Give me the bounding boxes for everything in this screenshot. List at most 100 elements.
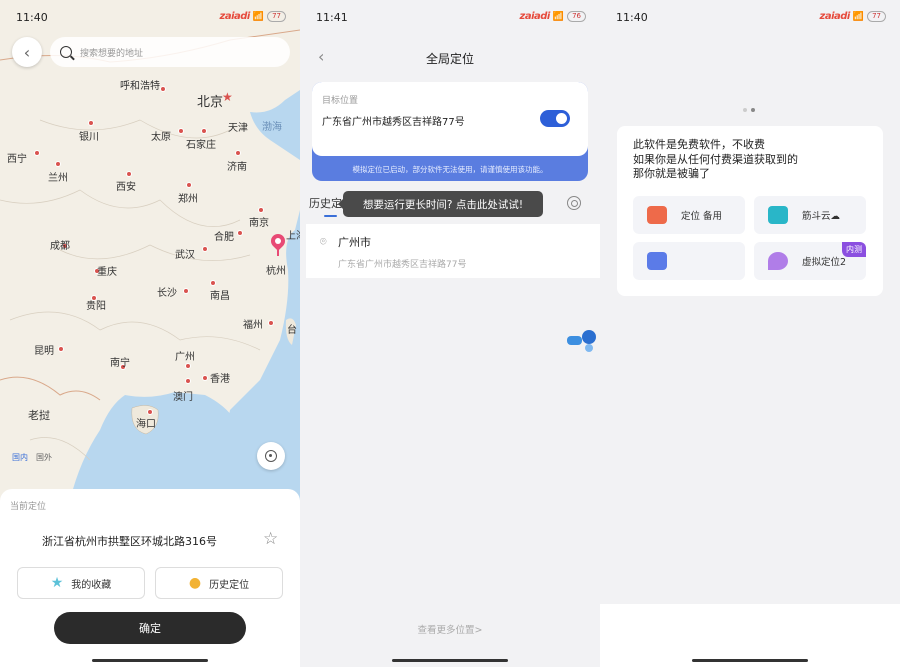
- city-label: 海口: [136, 419, 156, 430]
- page-dot-active: [751, 108, 755, 112]
- city-label: 北京: [197, 95, 224, 110]
- page-title: 全局定位: [425, 52, 474, 66]
- tab-underline: [324, 215, 337, 217]
- location-pin-icon: [768, 252, 788, 270]
- city-dot: [210, 280, 216, 286]
- city-label: 济南: [227, 162, 247, 173]
- city-label: 南京: [249, 218, 269, 229]
- capital-star-icon: ★: [222, 90, 233, 104]
- search-input[interactable]: 搜索想要的地址: [50, 37, 290, 67]
- status-icons: zaiadi 📶 76: [520, 11, 586, 22]
- city-dot: [237, 230, 243, 236]
- current-address: 浙江省杭州市拱墅区环城北路316号: [42, 535, 217, 548]
- home-indicator: [392, 659, 508, 662]
- tile-cloud[interactable]: 筋斗云☁: [754, 196, 866, 234]
- city-label: 石家庄: [186, 140, 216, 151]
- page-indicator: [743, 108, 755, 112]
- beta-badge: 内测: [842, 242, 866, 257]
- city-label: 渤海: [262, 122, 282, 133]
- city-label: 兰州: [48, 173, 68, 184]
- city-dot: [160, 86, 166, 92]
- status-icons: zaiadi 📶 77: [820, 11, 886, 22]
- feature-card: 此软件是免费软件，不收费 如果你是从任何付费渠道获取到的 那你就是被骗了 定位 …: [617, 126, 883, 296]
- back-button[interactable]: ‹: [12, 37, 42, 67]
- city-label: 广州: [175, 352, 195, 363]
- favorite-star-icon[interactable]: ☆: [263, 529, 278, 549]
- city-dot: [185, 378, 191, 384]
- battery-level: 77: [867, 11, 886, 22]
- tile-video[interactable]: [633, 242, 745, 280]
- upgrade-tooltip[interactable]: 想要运行更长时间? 点击此处试试!: [338, 191, 543, 217]
- city-label: 合肥: [214, 232, 234, 243]
- notice-line: 如果你是从任何付费渠道获取到的: [633, 152, 798, 166]
- locate-me-button[interactable]: [257, 442, 285, 470]
- status-icons: zaiadi 📶 77: [220, 11, 286, 22]
- mock-location-toggle[interactable]: [540, 110, 570, 127]
- tile-virtual-location[interactable]: 虚拟定位2 内测: [754, 242, 866, 280]
- chevron-left-icon: ‹: [23, 42, 31, 62]
- robot-body: [585, 344, 593, 352]
- city-label: 西宁: [7, 154, 27, 165]
- city-label: 太原: [151, 132, 171, 143]
- map-view[interactable]: 呼和浩特 北京 ★ 天津 渤海 银川 太原 石家庄 西宁 兰州 济南 西安 郑州…: [0, 0, 300, 500]
- gear-icon[interactable]: [567, 196, 581, 210]
- city-label: 长沙: [157, 288, 177, 299]
- region-domestic-tab[interactable]: 国内: [12, 452, 28, 463]
- home-indicator: [92, 659, 208, 662]
- confirm-button[interactable]: 确定: [54, 612, 246, 644]
- wifi-icon: 📶: [552, 11, 565, 22]
- city-dot: [34, 150, 40, 156]
- screenshot-collage: 呼和浩特 北京 ★ 天津 渤海 银川 太原 石家庄 西宁 兰州 济南 西安 郑州…: [0, 0, 900, 667]
- city-dot: [202, 375, 208, 381]
- robot-bubble: [567, 336, 582, 345]
- brand-logo-text: zaiadi: [519, 11, 551, 22]
- wifi-icon: 📶: [852, 11, 865, 22]
- nav-bar: ‹ 全局定位: [300, 44, 600, 72]
- robot-assistant-icon[interactable]: [567, 330, 597, 352]
- tile-backup-location[interactable]: 定位 备用: [633, 196, 745, 234]
- robot-head: [582, 330, 596, 344]
- brand-logo-text: zaiadi: [219, 11, 251, 22]
- search-placeholder: 搜索想要的地址: [80, 48, 144, 59]
- city-label: 台: [287, 325, 297, 336]
- current-location-sheet: 当前定位 浙江省杭州市拱墅区环城北路316号 ☆ ★ 我的收藏 ● 历史定位 确…: [0, 489, 300, 667]
- global-location-screen: 11:41 zaiadi 📶 76 ‹ 全局定位 目标位置 广东省广州市越秀区吉…: [300, 0, 600, 667]
- city-dot: [258, 207, 264, 213]
- city-label: 福州: [243, 320, 263, 331]
- list-item[interactable]: ⌾ 广州市 广东省广州市越秀区吉祥路77号: [306, 224, 600, 278]
- view-more-link[interactable]: 查看更多位置>: [300, 622, 600, 636]
- city-label: 呼和浩特: [120, 81, 160, 92]
- tile-label: 筋斗云☁: [802, 211, 841, 222]
- city-dot: [186, 182, 192, 188]
- tile-label: 虚拟定位2: [802, 257, 847, 268]
- status-time: 11:40: [16, 11, 48, 24]
- map-screen: 呼和浩特 北京 ★ 天津 渤海 银川 太原 石家庄 西宁 兰州 济南 西安 郑州…: [0, 0, 300, 667]
- status-time: 11:41: [316, 11, 348, 24]
- history-label: 历史定位: [209, 579, 250, 591]
- city-label: 澳门: [173, 392, 193, 403]
- city-label: 贵阳: [86, 301, 106, 312]
- history-button[interactable]: ● 历史定位: [155, 567, 283, 599]
- region-abroad-tab[interactable]: 国外: [36, 452, 52, 463]
- target-address: 广东省广州市越秀区吉祥路77号: [322, 117, 465, 128]
- city-label: 昆明: [34, 346, 54, 357]
- favorites-button[interactable]: ★ 我的收藏: [17, 567, 145, 599]
- location-marker-icon: ●: [188, 575, 202, 591]
- wifi-icon: 📶: [252, 11, 265, 22]
- city-label: 成都: [50, 241, 70, 252]
- city-label: 武汉: [175, 250, 195, 261]
- city-dot: [183, 288, 189, 294]
- home-indicator: [692, 659, 808, 662]
- status-bar: 11:41 zaiadi 📶 76: [300, 0, 600, 34]
- city-dot: [178, 128, 184, 134]
- notice-line: 此软件是免费软件，不收费: [633, 138, 765, 151]
- free-software-notice: 此软件是免费软件，不收费 如果你是从任何付费渠道获取到的 那你就是被骗了: [633, 138, 798, 182]
- city-dot: [58, 346, 64, 352]
- search-bar: ‹ 搜索想要的地址: [12, 36, 290, 68]
- wifi-hotspot-icon: [768, 206, 788, 224]
- page-dot: [743, 108, 747, 112]
- city-label: 重庆: [97, 267, 117, 278]
- tile-label: 定位 备用: [681, 211, 723, 222]
- city-label: 郑州: [178, 194, 198, 205]
- city-dot: [268, 320, 274, 326]
